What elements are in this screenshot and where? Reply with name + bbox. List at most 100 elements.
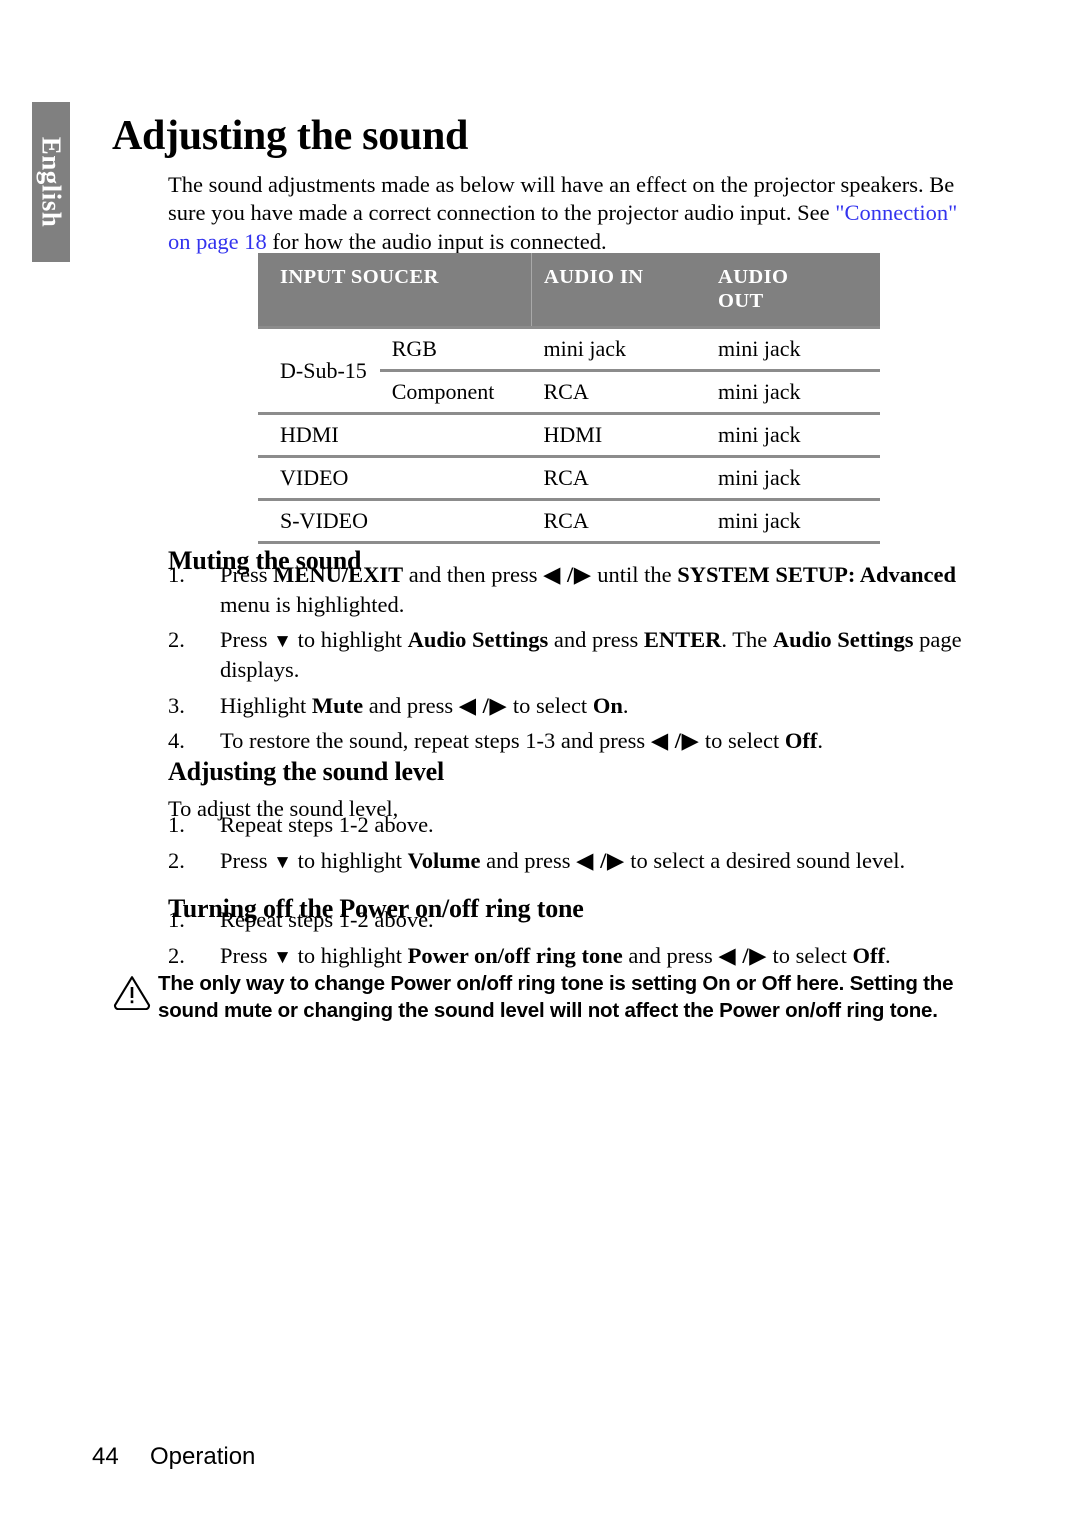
audio-out-line1: AUDIO bbox=[718, 266, 789, 288]
step-number: 1. bbox=[168, 562, 185, 587]
table-row: HDMI HDMI mini jack bbox=[258, 412, 880, 457]
step-text-frag: To restore the sound, repeat steps 1-3 a… bbox=[220, 728, 651, 754]
steps-list-muting: 1. Press MENU/EXIT and then press ◀ /▶ u… bbox=[168, 560, 983, 762]
caution-triangle-icon bbox=[112, 970, 158, 1015]
left-right-arrow-icon: ◀ /▶ bbox=[543, 562, 592, 587]
audio-out-line2: OUT bbox=[718, 289, 764, 312]
step-text: Repeat steps 1-2 above. bbox=[220, 907, 434, 932]
value-off: Off bbox=[784, 728, 818, 754]
cell-audioin-component: RCA bbox=[531, 369, 706, 414]
language-tab: English bbox=[32, 102, 70, 262]
down-arrow-icon: ▼ bbox=[273, 946, 292, 968]
table-row: D-Sub-15 RGB mini jack mini jack bbox=[258, 326, 880, 414]
page-footer: 44 Operation bbox=[92, 1443, 255, 1471]
cell-source-video: VIDEO bbox=[258, 455, 532, 500]
menu-power-ring-tone: Power on/off ring tone bbox=[407, 942, 623, 968]
step-text-frag: to select bbox=[766, 942, 853, 968]
caution-note-text: The only way to change Power on/off ring… bbox=[158, 972, 954, 1023]
step-text: To restore the sound, repeat steps 1-3 a… bbox=[220, 726, 983, 756]
step-text-frag: and press bbox=[480, 847, 577, 873]
step-text-frag: to select bbox=[507, 692, 593, 718]
left-right-arrow-icon: ◀ /▶ bbox=[650, 728, 700, 754]
step-number: 2. bbox=[168, 942, 185, 968]
step-text: Press MENU/EXIT and then press ◀ /▶ unti… bbox=[220, 560, 983, 619]
step-text: Press ▼ to highlight Audio Settings and … bbox=[220, 625, 983, 684]
step-text-frag: to select a desired sound level. bbox=[624, 847, 906, 873]
list-item: 1. Press MENU/EXIT and then press ◀ /▶ u… bbox=[168, 560, 983, 619]
value-on: On bbox=[592, 692, 623, 718]
table-row: VIDEO RCA mini jack bbox=[258, 455, 880, 500]
step-text-frag: and then press bbox=[403, 562, 544, 587]
step-number: 2. bbox=[168, 627, 185, 653]
cell-source-hdmi: HDMI bbox=[258, 412, 532, 457]
list-item: 4. To restore the sound, repeat steps 1-… bbox=[168, 726, 983, 756]
step-text-frag: Press bbox=[220, 847, 274, 873]
cell-audioin-svideo: RCA bbox=[531, 498, 706, 545]
key-enter: ENTER bbox=[643, 627, 722, 653]
step-text-frag: . bbox=[622, 692, 629, 718]
step-text-frag: and press bbox=[622, 942, 719, 968]
step-text-frag: to highlight bbox=[291, 942, 408, 968]
step-text: Repeat steps 1-2 above. bbox=[220, 812, 434, 837]
table-header-row: INPUT SOUCER AUDIO IN AUDIO OUT bbox=[258, 253, 880, 328]
list-item: 3. Highlight Mute and press ◀ /▶ to sele… bbox=[168, 691, 983, 721]
step-text-frag: Press bbox=[220, 562, 274, 587]
cell-source-dsub15: D-Sub-15 bbox=[258, 326, 380, 414]
step-text-frag: Press bbox=[220, 627, 274, 653]
column-header-audio-out: AUDIO OUT bbox=[706, 253, 880, 328]
footer-page-number: 44 bbox=[92, 1443, 119, 1470]
step-text: Press ▼ to highlight Volume and press ◀ … bbox=[220, 846, 983, 876]
step-number: 2. bbox=[168, 847, 185, 873]
step-number: 1. bbox=[168, 907, 185, 932]
cell-audioout-hdmi: mini jack bbox=[706, 412, 880, 457]
cell-audioout-component: mini jack bbox=[706, 369, 880, 414]
cell-audioout-svideo: mini jack bbox=[706, 498, 880, 545]
page-title: Adjusting the sound bbox=[112, 113, 469, 160]
step-text-frag: Highlight bbox=[220, 692, 312, 718]
step-text-frag: menu is highlighted. bbox=[220, 591, 405, 617]
cell-sub-component: Component bbox=[379, 369, 532, 414]
cell-audioout-rgb: mini jack bbox=[706, 326, 880, 371]
language-tab-label: English bbox=[36, 136, 67, 228]
list-item: 2. Press ▼ to highlight Power on/off rin… bbox=[168, 941, 983, 971]
step-text: Press ▼ to highlight Power on/off ring t… bbox=[220, 941, 983, 971]
step-text-frag: to highlight bbox=[291, 847, 408, 873]
step-number: 1. bbox=[168, 812, 185, 837]
step-text-frag: . bbox=[817, 728, 824, 754]
cell-audioout-video: mini jack bbox=[706, 455, 880, 500]
key-menu-exit: MENU/EXIT bbox=[273, 562, 404, 587]
cell-audioin-video: RCA bbox=[531, 455, 706, 500]
caution-note: The only way to change Power on/off ring… bbox=[112, 970, 992, 1025]
table-header: INPUT SOUCER AUDIO IN AUDIO OUT bbox=[258, 253, 880, 328]
down-arrow-icon: ▼ bbox=[273, 851, 292, 873]
list-item: 1. Repeat steps 1-2 above. bbox=[168, 905, 983, 935]
audio-connection-table: INPUT SOUCER AUDIO IN AUDIO OUT D-Sub-15… bbox=[258, 253, 880, 545]
step-text-frag: and press bbox=[548, 627, 644, 653]
steps-list-sound-level: 1. Repeat steps 1-2 above. 2. Press ▼ to… bbox=[168, 810, 983, 881]
intro-paragraph: The sound adjustments made as below will… bbox=[168, 171, 983, 257]
step-number: 4. bbox=[168, 728, 185, 754]
list-item: 1. Repeat steps 1-2 above. bbox=[168, 810, 983, 840]
left-right-arrow-icon: ◀ /▶ bbox=[576, 847, 625, 873]
menu-audio-settings-2: Audio Settings bbox=[772, 627, 914, 653]
down-arrow-icon: ▼ bbox=[273, 631, 292, 653]
step-text-frag: Press bbox=[220, 942, 274, 968]
step-text-frag: . The bbox=[721, 627, 773, 653]
left-right-arrow-icon: ◀ /▶ bbox=[458, 692, 508, 718]
column-header-input-source: INPUT SOUCER bbox=[258, 253, 532, 328]
step-text-frag: until the bbox=[591, 562, 678, 587]
step-number: 3. bbox=[168, 692, 185, 718]
steps-list-ring-tone: 1. Repeat steps 1-2 above. 2. Press ▼ to… bbox=[168, 905, 983, 976]
left-right-arrow-icon: ◀ /▶ bbox=[718, 942, 767, 968]
value-off: Off bbox=[852, 942, 885, 968]
menu-volume: Volume bbox=[407, 847, 481, 873]
table-body: D-Sub-15 RGB mini jack mini jack Compone… bbox=[258, 326, 880, 545]
table-row: S-VIDEO RCA mini jack bbox=[258, 498, 880, 545]
section-heading-sound-level: Adjusting the sound level bbox=[168, 756, 444, 786]
menu-audio-settings: Audio Settings bbox=[407, 627, 549, 653]
step-text: Highlight Mute and press ◀ /▶ to select … bbox=[220, 691, 983, 721]
intro-text-part2: for how the audio input is connected. bbox=[266, 229, 607, 255]
step-text-frag: . bbox=[884, 942, 891, 968]
step-text-frag: to highlight bbox=[291, 627, 408, 653]
footer-chapter: Operation bbox=[150, 1443, 256, 1470]
